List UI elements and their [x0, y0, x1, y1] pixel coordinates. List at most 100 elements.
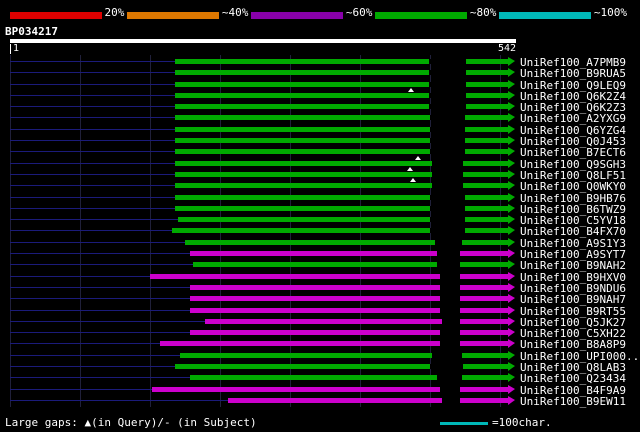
blast-hit-graphic: 20%~40%~60%~80%~100% BP034217 1 542 UniR… [0, 0, 640, 432]
hit-bar[interactable] [175, 161, 508, 166]
hit-bar[interactable] [175, 59, 508, 64]
hit-bar[interactable] [160, 341, 508, 346]
ruler-start-label: 1 [10, 44, 19, 54]
subject-gap [440, 330, 460, 335]
hit-bar[interactable] [190, 375, 508, 380]
alignment-row: UniRef100_Q5JK27 [0, 316, 640, 327]
hit-bar[interactable] [190, 251, 508, 256]
alignment-row: UniRef100_B6TWZ9 [0, 203, 640, 214]
alignment-row: UniRef100_Q8LF51 [0, 169, 640, 180]
hit-bar[interactable] [175, 364, 508, 369]
key-segment [10, 12, 102, 19]
query-extent-line [10, 197, 175, 198]
hit-label[interactable]: UniRef100_B9EW11 [520, 396, 626, 407]
alignment-row: UniRef100_B9NAH2 [0, 259, 640, 270]
alignment-row: UniRef100_A9SYT7 [0, 248, 640, 259]
hit-bar[interactable] [180, 353, 508, 358]
alignment-row: UniRef100_Q0J453 [0, 135, 640, 146]
hit-bar[interactable] [190, 296, 508, 301]
hit-bar[interactable] [175, 70, 508, 75]
hit-bar[interactable] [150, 274, 508, 279]
subject-gap [430, 228, 465, 233]
subject-gap [430, 364, 463, 369]
query-extent-line [10, 117, 175, 118]
alignment-row: UniRef100_UPI000... [0, 350, 640, 361]
alignment-row: UniRef100_B7ECT6 [0, 146, 640, 157]
subject-gap [430, 206, 465, 211]
key-segment-label: ~80% [467, 7, 500, 19]
alignment-row: UniRef100_B4F9A9 [0, 384, 640, 395]
alignment-rows: UniRef100_A7PMB9UniRef100_B9RUA5UniRef10… [0, 56, 640, 406]
subject-gap [432, 172, 463, 177]
hit-bar[interactable] [175, 172, 508, 177]
subject-gap [429, 59, 466, 64]
subject-gap [440, 387, 460, 392]
hit-bar[interactable] [175, 183, 508, 188]
subject-gap [432, 183, 463, 188]
alignment-row: UniRef100_Q6K2Z4 [0, 90, 640, 101]
alignment-row: UniRef100_C5XH22 [0, 327, 640, 338]
hit-bar[interactable] [185, 240, 508, 245]
query-gap-marker-icon [410, 178, 416, 182]
hit-bar[interactable] [175, 104, 508, 109]
query-extent-line [10, 84, 175, 85]
query-extent-line [10, 264, 193, 265]
query-extent-line [10, 355, 180, 356]
subject-gap [440, 296, 460, 301]
hit-bar[interactable] [175, 127, 508, 132]
query-extent-line [10, 151, 175, 152]
query-extent-line [10, 163, 175, 164]
alignment-row: UniRef100_Q9LEQ9 [0, 79, 640, 90]
hit-bar[interactable] [228, 398, 508, 403]
hit-bar[interactable] [193, 262, 508, 267]
subject-gap [429, 104, 466, 109]
subject-gap [430, 217, 465, 222]
query-extent-line [10, 61, 175, 62]
alignment-row: UniRef100_B9HXV0 [0, 271, 640, 282]
key-segment [127, 12, 219, 19]
alignment-row: UniRef100_C5YV18 [0, 214, 640, 225]
hit-bar[interactable] [190, 285, 508, 290]
subject-gap [430, 127, 465, 132]
query-extent-line [10, 140, 175, 141]
alignment-row: UniRef100_B9RT55 [0, 305, 640, 316]
ruler-end-label: 542 [486, 44, 516, 54]
query-extent-line [10, 174, 175, 175]
subject-gap [440, 341, 460, 346]
scale-bar-label: =100char. [492, 417, 552, 429]
query-extent-line [10, 253, 190, 254]
query-extent-line [10, 129, 175, 130]
alignment-row: UniRef100_B9NAH7 [0, 293, 640, 304]
subject-gap [442, 319, 460, 324]
hit-bar[interactable] [175, 82, 508, 87]
query-extent-line [10, 332, 190, 333]
hit-bar[interactable] [205, 319, 508, 324]
hit-bar[interactable] [172, 228, 508, 233]
hit-bar[interactable] [190, 330, 508, 335]
query-extent-line [10, 95, 175, 96]
subject-gap [437, 262, 460, 267]
subject-gap [432, 353, 462, 358]
hit-bar[interactable] [152, 387, 508, 392]
alignment-row: UniRef100_B9HB76 [0, 192, 640, 203]
alignment-row: UniRef100_B9NDU6 [0, 282, 640, 293]
query-extent-line [10, 377, 190, 378]
hit-bar[interactable] [175, 195, 508, 200]
hit-bar[interactable] [175, 115, 508, 120]
subject-gap [437, 375, 462, 380]
alignment-row: UniRef100_A2YXG9 [0, 112, 640, 123]
hit-bar[interactable] [178, 217, 508, 222]
hit-bar[interactable] [175, 138, 508, 143]
hit-bar[interactable] [175, 206, 508, 211]
query-extent-line [10, 72, 175, 73]
alignment-row: UniRef100_B8A8P9 [0, 338, 640, 349]
hit-bar[interactable] [175, 149, 508, 154]
subject-gap [430, 115, 465, 120]
alignment-row: UniRef100_B4FX70 [0, 225, 640, 236]
hit-bar[interactable] [175, 93, 508, 98]
query-gap-marker-icon [408, 88, 414, 92]
query-extent-line [10, 389, 152, 390]
alignment-row: UniRef100_B9RUA5 [0, 67, 640, 78]
alignment-row: UniRef100_A9S1Y3 [0, 237, 640, 248]
hit-bar[interactable] [190, 308, 508, 313]
